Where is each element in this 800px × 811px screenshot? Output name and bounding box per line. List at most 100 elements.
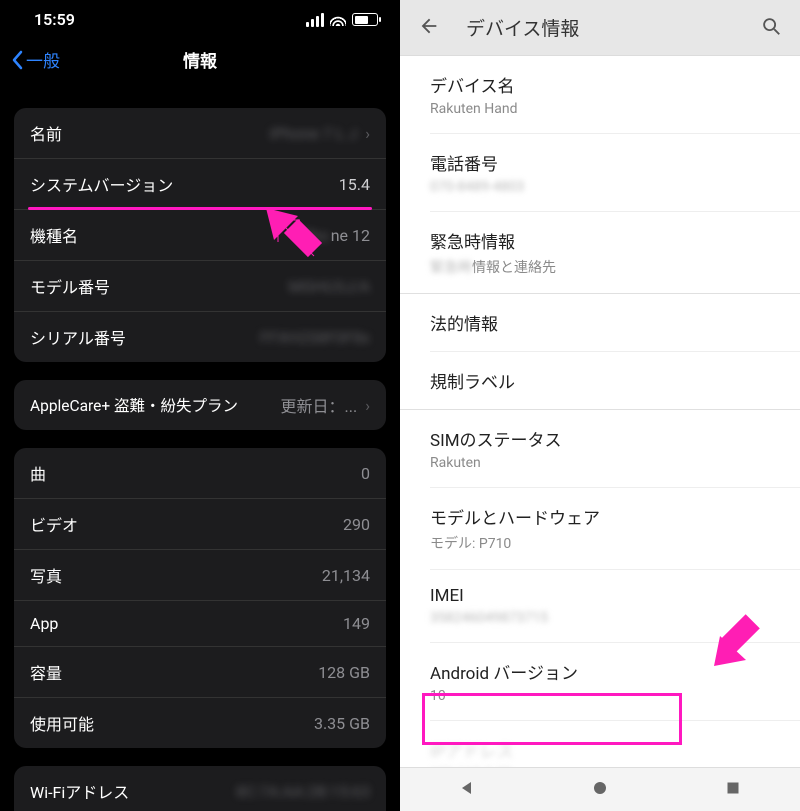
ios-nav-bar: 一般 情報	[0, 35, 400, 90]
row-value: 8C:7A:AA:2B:15:63	[236, 782, 370, 801]
row-name[interactable]: 名前 iPhone 7 L J ›	[14, 108, 386, 159]
battery-icon	[352, 13, 378, 26]
android-nav-bar	[400, 767, 800, 811]
row-value: 0	[361, 464, 370, 483]
square-recents-icon	[725, 780, 741, 796]
item-device-name[interactable]: デバイス名 Rakuten Hand	[430, 56, 800, 134]
row-applecare[interactable]: AppleCare+ 盗難・紛失プラン 更新日：... ›	[14, 380, 386, 430]
android-device-info-screen: デバイス情報 デバイス名 Rakuten Hand 電話番号 070-8489-…	[400, 0, 800, 811]
cellular-signal-icon	[306, 13, 324, 27]
device-identity-card: 名前 iPhone 7 L J › システムバージョン 15.4 機種名 iPh…	[14, 108, 386, 362]
row-serial-number[interactable]: シリアル番号 FFXH2S8F0F8x	[14, 312, 386, 362]
back-button[interactable]: 一般	[10, 47, 60, 72]
ios-status-bar: 15:59	[0, 0, 400, 35]
row-value: 290	[343, 515, 370, 534]
item-regulatory-labels[interactable]: 規制ラベル	[430, 352, 800, 409]
item-label: モデルとハードウェア	[430, 504, 776, 529]
row-label: Wi-Fiアドレス	[30, 779, 129, 803]
applecare-card: AppleCare+ 盗難・紛失プラン 更新日：... ›	[14, 380, 386, 430]
row-value: MGHU3J/A	[288, 277, 370, 296]
row-available: 使用可能 3.35 GB	[14, 698, 386, 748]
back-button[interactable]	[418, 15, 440, 41]
row-label: ビデオ	[30, 512, 78, 536]
back-label: 一般	[26, 47, 60, 72]
ios-device-info-screen: 15:59 一般 情報 名前 iPhone 7 L J › システムバージョン …	[0, 0, 400, 811]
circle-home-icon	[592, 780, 608, 796]
item-value: Rakuten	[430, 455, 776, 471]
item-label: IMEI	[430, 586, 776, 606]
row-label: App	[30, 614, 58, 633]
item-label: Android バージョン	[430, 659, 776, 684]
nav-recents-button[interactable]	[725, 780, 741, 800]
chevron-right-icon: ›	[365, 396, 370, 415]
row-label: 名前	[30, 121, 62, 145]
row-label: 容量	[30, 660, 62, 684]
row-label: AppleCare+ 盗難・紛失プラン	[30, 394, 238, 416]
triangle-back-icon	[459, 780, 475, 796]
item-label: SIMのステータス	[430, 426, 776, 451]
row-label: モデル番号	[30, 274, 110, 298]
row-photos: 写真 21,134	[14, 550, 386, 601]
page-title: デバイス情報	[466, 14, 579, 41]
item-label: 緊急時情報	[430, 228, 776, 253]
row-value: 更新日：...	[281, 393, 358, 417]
row-videos: ビデオ 290	[14, 499, 386, 550]
row-value: 15.4	[339, 175, 370, 194]
row-apps: App 149	[14, 601, 386, 647]
row-value: 128 GB	[318, 663, 370, 682]
item-value: 緊急時情報と連絡先	[430, 257, 776, 277]
row-value: 149	[343, 614, 370, 633]
item-label: 法的情報	[430, 310, 776, 335]
item-android-version[interactable]: Android バージョン 10	[430, 643, 800, 721]
item-imei[interactable]: IMEI 358246049873715	[430, 570, 800, 643]
row-label: 使用可能	[30, 711, 94, 735]
row-value: FFXH2S8F0F8x	[260, 328, 370, 347]
item-value: 10	[430, 688, 776, 704]
search-icon	[760, 15, 782, 37]
item-label: IPアドレス	[430, 737, 776, 762]
row-capacity: 容量 128 GB	[14, 647, 386, 698]
item-legal-info[interactable]: 法的情報	[430, 294, 800, 352]
item-label: 規制ラベル	[430, 368, 776, 393]
row-system-version[interactable]: システムバージョン 15.4	[14, 159, 386, 210]
page-title: 情報	[183, 47, 217, 72]
row-value-partial: ne 12	[331, 226, 370, 245]
item-phone-number[interactable]: 電話番号 070-8489-4803	[430, 134, 800, 212]
item-model-hardware[interactable]: モデルとハードウェア モデル: P710	[430, 488, 800, 570]
status-icons	[306, 13, 378, 27]
search-button[interactable]	[760, 15, 782, 41]
item-label: デバイス名	[430, 72, 776, 97]
row-value: iPhone 7 L J	[270, 124, 358, 143]
item-sim-status[interactable]: SIMのステータス Rakuten	[430, 410, 800, 488]
item-value: 358246049873715	[430, 610, 776, 626]
item-value: モデル: P710	[430, 533, 776, 553]
section-hardware: SIMのステータス Rakuten モデルとハードウェア モデル: P710 I…	[400, 410, 800, 767]
row-label: 曲	[30, 461, 46, 485]
arrow-left-icon	[418, 15, 440, 37]
row-label: 機種名	[30, 223, 78, 247]
item-emergency-info[interactable]: 緊急時情報 緊急時情報と連絡先	[430, 212, 800, 293]
row-label: 写真	[30, 563, 62, 587]
nav-back-button[interactable]	[459, 780, 475, 800]
network-card: Wi-Fiアドレス 8C:7A:AA:2B:15:63 Bluetooth ——…	[14, 766, 386, 811]
status-time: 15:59	[34, 10, 75, 29]
row-value: 3.35 GB	[314, 714, 370, 733]
item-ip-address[interactable]: IPアドレス 192.168.3.30	[430, 721, 800, 767]
row-label: システムバージョン	[30, 172, 173, 196]
row-songs: 曲 0	[14, 448, 386, 499]
row-model-name[interactable]: 機種名 iPhone 12	[14, 210, 386, 261]
item-label: 電話番号	[430, 150, 776, 175]
item-value: Rakuten Hand	[430, 101, 776, 117]
wifi-icon	[330, 14, 346, 26]
android-app-bar: デバイス情報	[400, 0, 800, 56]
row-model-number[interactable]: モデル番号 MGHU3J/A	[14, 261, 386, 312]
nav-home-button[interactable]	[592, 780, 608, 800]
row-wifi-address: Wi-Fiアドレス 8C:7A:AA:2B:15:63	[14, 766, 386, 811]
chevron-right-icon: ›	[365, 124, 370, 143]
row-value: 21,134	[322, 566, 370, 585]
section-legal: 法的情報 規制ラベル	[400, 294, 800, 410]
row-label: シリアル番号	[30, 325, 126, 349]
item-value: 070-8489-4803	[430, 179, 776, 195]
chevron-left-icon	[10, 50, 24, 70]
stats-card: 曲 0 ビデオ 290 写真 21,134 App 149 容量 128 GB …	[14, 448, 386, 748]
